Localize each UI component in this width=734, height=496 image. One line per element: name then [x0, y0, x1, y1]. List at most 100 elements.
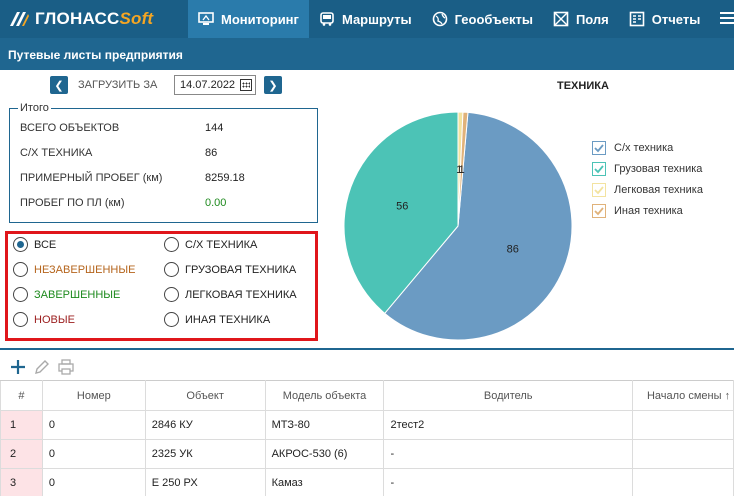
page-title: Путевые листы предприятия: [0, 38, 734, 70]
radio-agri[interactable]: С/Х ТЕХНИКА: [164, 237, 257, 252]
radio-circle[interactable]: [164, 287, 179, 302]
table-cell: 0: [41, 468, 146, 496]
table-row[interactable]: 3 0 Е 250 РХ Камаз -: [0, 468, 734, 496]
legend-item[interactable]: С/х техника: [592, 137, 703, 158]
legend-item[interactable]: Грузовая техника: [592, 158, 703, 179]
table-cell: [631, 410, 734, 440]
table-cell: [631, 468, 734, 496]
next-day-button[interactable]: ❯: [264, 76, 282, 94]
waybills-table: # Номер Объект Модель объекта Водитель Н…: [0, 380, 734, 496]
table-cell: Е 250 РХ: [144, 468, 266, 496]
table-cell: 2846 КУ: [144, 410, 266, 440]
radio-other[interactable]: ИНАЯ ТЕХНИКА: [164, 312, 270, 327]
table-cell: 0: [41, 410, 146, 440]
checkbox-icon[interactable]: [592, 203, 606, 218]
radio-circle[interactable]: [13, 262, 28, 277]
nav-item-label: Поля: [575, 11, 609, 27]
radio-new[interactable]: НОВЫЕ: [13, 312, 75, 327]
nav-item-geoobjects[interactable]: Геообъекты: [422, 0, 543, 38]
table-row[interactable]: 1 0 2846 КУ МТЗ-80 2тест2: [0, 410, 734, 440]
column-header-sorted[interactable]: Начало смены ↑: [631, 380, 734, 411]
chevron-left-icon: ❮: [54, 79, 64, 92]
table-cell: 2: [0, 439, 43, 469]
bus-icon: [319, 11, 335, 27]
report-icon: [629, 11, 645, 27]
date-value: 14.07.2022: [180, 79, 236, 91]
nav-item-label: Маршруты: [341, 11, 412, 27]
checkbox-icon[interactable]: [592, 140, 606, 155]
nav-item-monitoring[interactable]: Мониторинг: [188, 0, 309, 38]
radio-label: С/Х ТЕХНИКА: [185, 238, 258, 251]
radio-circle[interactable]: [164, 312, 179, 327]
table-cell: -: [383, 439, 633, 469]
grid-toolbar: [0, 352, 734, 380]
table-row[interactable]: 2 0 2325 УК АКРОС-530 (6) -: [0, 439, 734, 469]
table-cell: 2тест2: [383, 410, 633, 440]
hamburger-icon[interactable]: [720, 9, 734, 29]
column-header[interactable]: Объект: [144, 380, 266, 411]
app-logo[interactable]: ГЛОНАСС Soft: [0, 0, 188, 38]
summary-label: С/Х ТЕХНИКА: [20, 147, 93, 159]
radio-trucks[interactable]: ГРУЗОВАЯ ТЕХНИКА: [164, 262, 296, 277]
column-header[interactable]: #: [0, 380, 43, 411]
date-input[interactable]: 14.07.2022: [174, 75, 256, 95]
summary-label: ПРОБЕГ ПО ПЛ (км): [20, 197, 125, 209]
radio-label: НОВЫЕ: [34, 313, 75, 326]
radio-label: ЛЕГКОВАЯ ТЕХНИКА: [185, 288, 297, 301]
column-header[interactable]: Номер: [41, 380, 146, 411]
summary-box: Итого ВСЕГО ОБЪЕКТОВ 144 С/Х ТЕХНИКА 86 …: [9, 102, 318, 223]
column-header[interactable]: Водитель: [383, 380, 633, 411]
table-cell: 2325 УК: [144, 439, 266, 469]
summary-legend: Итого: [18, 102, 51, 114]
radio-circle[interactable]: [164, 237, 179, 252]
radio-circle[interactable]: [164, 262, 179, 277]
table-header-row: # Номер Объект Модель объекта Водитель Н…: [0, 380, 734, 411]
radio-label: ВСЕ: [34, 238, 57, 251]
radio-circle[interactable]: [13, 237, 28, 252]
legend-label: Грузовая техника: [614, 162, 703, 175]
summary-value: 144: [205, 122, 224, 134]
summary-value: 8259.18: [205, 172, 245, 184]
globe-icon: [432, 11, 448, 27]
nav-item-routes[interactable]: Маршруты: [309, 0, 422, 38]
table-cell: МТЗ-80: [264, 410, 385, 440]
radio-all[interactable]: ВСЕ: [13, 237, 56, 252]
nav-item-fields[interactable]: Поля: [543, 0, 619, 38]
nav-item-label: Отчеты: [651, 11, 701, 27]
field-icon: [553, 11, 569, 27]
table-cell: [631, 439, 734, 469]
add-icon[interactable]: [9, 358, 27, 376]
chevron-right-icon: ❯: [268, 79, 278, 92]
radio-label: ИНАЯ ТЕХНИКА: [185, 313, 271, 326]
column-header[interactable]: Модель объекта: [264, 380, 385, 411]
radio-unfinished[interactable]: НЕЗАВЕРШЕННЫЕ: [13, 262, 135, 277]
nav-item-label: Геообъекты: [454, 11, 533, 27]
filter-panel: ВСЕ НЕЗАВЕРШЕННЫЕ ЗАВЕРШЕННЫЕ НОВЫЕ С/Х …: [5, 231, 318, 341]
nav-item-reports[interactable]: Отчеты: [619, 0, 711, 38]
checkbox-icon[interactable]: [592, 182, 606, 197]
radio-finished[interactable]: ЗАВЕРШЕННЫЕ: [13, 287, 120, 302]
legend-label: Иная техника: [614, 204, 683, 217]
print-icon[interactable]: [57, 358, 75, 376]
chart-legend: С/х техника Грузовая техника Легковая техн…: [592, 137, 703, 221]
legend-label: Легковая техника: [614, 183, 703, 196]
logo-text-soft: Soft: [119, 9, 154, 28]
date-bar: ❮ ЗАГРУЗИТЬ ЗА 14.07.2022 ❯: [0, 70, 734, 100]
top-navbar: ГЛОНАСС Soft Мониторинг Маршруты Геообъек…: [0, 0, 734, 38]
prev-day-button[interactable]: ❮: [50, 76, 68, 94]
checkbox-icon[interactable]: [592, 161, 606, 176]
calendar-icon[interactable]: [240, 79, 252, 91]
radio-circle[interactable]: [13, 312, 28, 327]
table-cell: 1: [0, 410, 43, 440]
pie-label: 1: [459, 164, 465, 176]
edit-icon[interactable]: [33, 358, 51, 376]
pie-chart[interactable]: 865611: [342, 110, 574, 342]
pie-label: 86: [507, 244, 519, 256]
radio-circle[interactable]: [13, 287, 28, 302]
legend-item[interactable]: Легковая техника: [592, 179, 703, 200]
table-cell: 3: [0, 468, 43, 496]
legend-item[interactable]: Иная техника: [592, 200, 703, 221]
radio-cars[interactable]: ЛЕГКОВАЯ ТЕХНИКА: [164, 287, 297, 302]
summary-value: 86: [205, 147, 218, 159]
section-divider: [0, 348, 734, 350]
